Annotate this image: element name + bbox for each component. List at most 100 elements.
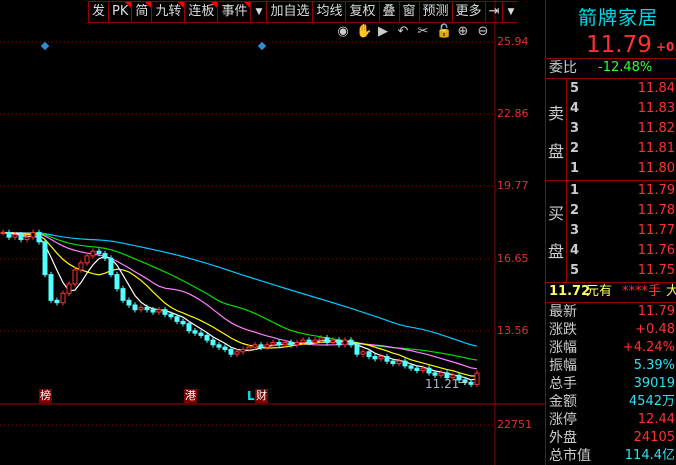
candle-body	[408, 365, 414, 369]
stat-row: 涨跌 +0.48	[549, 322, 675, 338]
candle-body	[132, 304, 138, 311]
candle-body	[414, 367, 420, 372]
price-tick: 13.56	[497, 324, 529, 337]
candle-body	[396, 360, 402, 365]
candle-body	[12, 234, 18, 238]
marker-l[interactable]: L	[247, 389, 255, 403]
candle-body	[432, 372, 438, 376]
candle-body	[288, 341, 294, 346]
buy-level-row: 3 11.77	[570, 223, 675, 238]
candle-body	[30, 231, 36, 238]
candle-body	[156, 309, 162, 313]
stat-row: 金额 4542万	[549, 394, 675, 410]
candle-body	[270, 341, 276, 346]
candle-body	[192, 330, 198, 334]
candle-body	[240, 348, 246, 353]
toolbar-item[interactable]: ▼	[502, 2, 518, 22]
candle-body	[390, 360, 396, 365]
candle-body	[360, 351, 366, 355]
toolbar-item[interactable]: 窗	[398, 2, 419, 22]
chart-tools: ◉ ✋ ▶ ↶ ✂ 🔓 ⊕ ⊖	[336, 24, 490, 39]
candle-body	[186, 323, 192, 332]
toolbar-item[interactable]: 事件	[217, 2, 251, 22]
candle-body	[306, 339, 312, 343]
candle-body	[72, 269, 78, 285]
candle-body	[366, 351, 372, 357]
price-change: +0.	[656, 40, 676, 54]
candle-body	[420, 367, 426, 372]
candle-body	[348, 339, 354, 346]
candle-body	[258, 344, 264, 348]
toolbar-item[interactable]: 加自选	[266, 2, 312, 22]
stat-row: 总手 39019	[549, 376, 675, 392]
candle-body	[336, 339, 342, 346]
weibi-value: -12.48%	[598, 60, 653, 75]
toolbar-item[interactable]: 复权	[345, 2, 378, 22]
candle-body	[234, 351, 240, 355]
low-price-label: 11.21	[425, 377, 460, 391]
candle-body	[342, 339, 348, 346]
candle-body	[108, 257, 114, 276]
zoom-in-icon[interactable]: ⊕	[456, 24, 470, 39]
candle-body	[378, 355, 384, 360]
toolbar-item[interactable]: ⇥	[484, 2, 503, 22]
candle-body	[204, 334, 210, 341]
toolbar-item[interactable]: 更多	[451, 2, 485, 22]
marker-cai[interactable]: 财	[255, 389, 268, 403]
candle-body	[180, 320, 186, 325]
sell-level-row: 4 11.83	[570, 101, 675, 116]
sell-level-row: 1 11.80	[570, 161, 675, 176]
toolbar-item[interactable]: 连板	[184, 2, 218, 22]
candle-body	[90, 250, 96, 257]
candle-body	[54, 299, 60, 304]
chart-toolbar: 发 PK 简九转 连板 事件 ▼ 加自选 均线 复权叠窗预测 更多 ⇥ ▼	[88, 1, 519, 23]
play-icon[interactable]: ▶	[376, 24, 390, 39]
eye-icon[interactable]: ◉	[336, 24, 350, 39]
candle-body	[42, 241, 48, 276]
toolbar-item[interactable]: 简	[131, 2, 152, 22]
candle-body	[102, 253, 108, 259]
candle-body	[18, 234, 24, 240]
weibi-label: 委比	[549, 60, 577, 76]
toolbar-item[interactable]: PK	[108, 2, 132, 22]
price-tick: 19.77	[497, 179, 529, 192]
candle-body	[228, 348, 234, 355]
marker-bang[interactable]: 榜	[39, 389, 52, 403]
candle-body	[354, 344, 360, 355]
marker-gang[interactable]: 港	[184, 389, 197, 403]
candle-body	[114, 274, 120, 290]
candle-body	[48, 274, 54, 301]
toolbar-item[interactable]: 均线	[312, 2, 345, 22]
candle-body	[474, 372, 480, 385]
candle-body	[198, 332, 204, 336]
candle-body	[6, 231, 12, 238]
candle-body	[24, 236, 30, 240]
hand-icon[interactable]: ✋	[356, 24, 372, 39]
zoom-out-icon[interactable]: ⊖	[476, 24, 490, 39]
candle-body	[126, 299, 132, 306]
candle-body	[216, 344, 222, 348]
toolbar-item[interactable]: 叠	[378, 2, 399, 22]
stat-row: 最新 11.79	[549, 304, 675, 320]
kline-chart[interactable]	[0, 0, 545, 465]
buy-level-row: 2 11.78	[570, 203, 675, 218]
candle-body	[426, 367, 432, 374]
candle-body	[324, 337, 330, 343]
candle-body	[138, 306, 144, 311]
toolbar-item[interactable]: 发	[88, 2, 108, 22]
candle-body	[294, 341, 300, 346]
candle-body	[276, 341, 282, 346]
candle-body	[468, 381, 474, 385]
candle-body	[168, 313, 174, 318]
toolbar-item[interactable]: ▼	[250, 2, 266, 22]
candle-body	[372, 355, 378, 360]
lock-icon[interactable]: 🔓	[436, 24, 452, 39]
ma10-line	[2, 231, 478, 377]
toolbar-item[interactable]: 九转	[151, 2, 185, 22]
toolbar-item[interactable]: 预测	[418, 2, 452, 22]
stat-row: 涨停 12.44	[549, 412, 675, 428]
scissors-icon[interactable]: ✂	[416, 24, 430, 39]
candle-body	[162, 309, 168, 315]
candle-body	[174, 316, 180, 322]
undo-icon[interactable]: ↶	[396, 24, 410, 39]
